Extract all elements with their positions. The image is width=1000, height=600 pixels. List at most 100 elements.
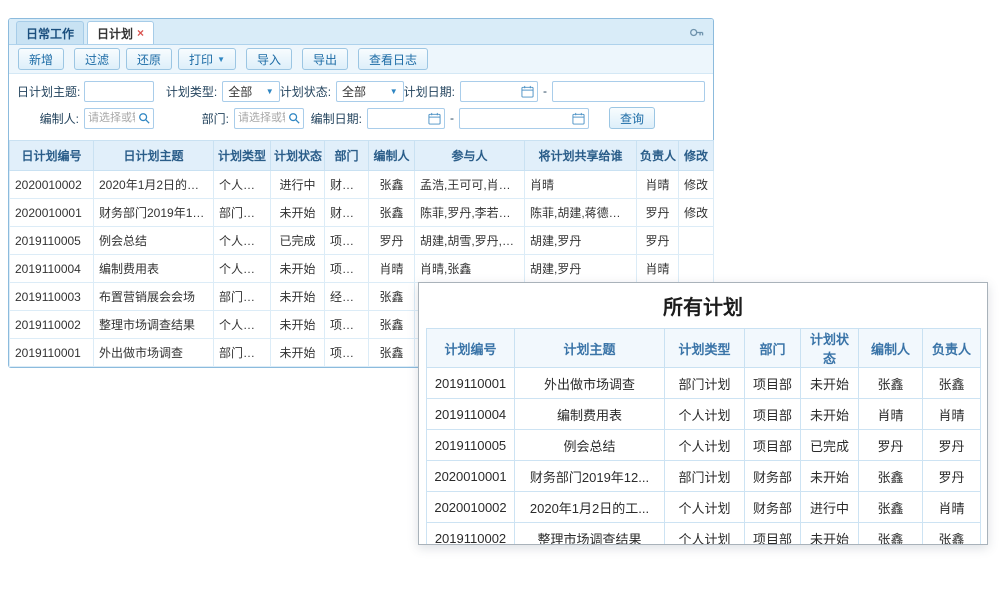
plan-date-from-input[interactable] [461, 82, 521, 100]
cell-text: 胡建,胡雪,罗丹,任晓... [415, 227, 525, 255]
cell-link[interactable]: 外出做市场调查 [94, 339, 214, 367]
creator-input[interactable] [85, 109, 138, 127]
table-row[interactable]: 2020010001财务部门2019年12月的...部门计划未开始财务部张鑫陈菲… [10, 199, 714, 227]
search-button[interactable]: 查询 [609, 107, 655, 129]
column-header[interactable]: 负责人 [637, 141, 679, 171]
table-row[interactable]: 2019110002整理市场调查结果个人计划项目部未开始张鑫张鑫 [427, 523, 981, 546]
plan-date-from-field[interactable] [460, 81, 538, 102]
column-header[interactable]: 编制人 [369, 141, 415, 171]
column-header[interactable]: 计划状态 [271, 141, 325, 171]
key-icon[interactable] [689, 25, 704, 40]
cell-link[interactable]: 2019110001 [10, 339, 94, 367]
cell-link[interactable]: 2019110003 [10, 283, 94, 311]
cell-text: 2019110001 [427, 368, 515, 399]
column-header[interactable]: 参与人 [415, 141, 525, 171]
page-title: 所有计划 [426, 291, 980, 320]
cell-text: 项目部 [325, 227, 369, 255]
cell-link[interactable] [679, 255, 714, 283]
view-log-button[interactable]: 查看日志 [358, 48, 428, 70]
cell-text: 个人计划 [665, 523, 745, 546]
calendar-icon[interactable] [428, 112, 441, 125]
cell-link[interactable]: 例会总结 [94, 227, 214, 255]
cell-link[interactable]: 编制费用表 [94, 255, 214, 283]
column-header[interactable]: 日计划编号 [10, 141, 94, 171]
calendar-icon[interactable] [521, 85, 534, 98]
cell-text: 已完成 [801, 430, 859, 461]
range-separator: - [450, 111, 454, 125]
table-row[interactable]: 2020010001财务部门2019年12...部门计划财务部未开始张鑫罗丹 [427, 461, 981, 492]
cell-text: 罗丹 [369, 227, 415, 255]
compile-date-to-field[interactable] [459, 108, 589, 129]
cell-link[interactable]: 整理市场调查结果 [94, 311, 214, 339]
cell-text: 张鑫 [923, 523, 981, 546]
column-header[interactable]: 修改 [679, 141, 714, 171]
column-header: 计划编号 [427, 329, 515, 368]
compile-date-to-input[interactable] [460, 109, 572, 127]
department-field[interactable] [234, 108, 304, 129]
cell-link[interactable]: 2020010002 [10, 171, 94, 199]
creator-field[interactable] [84, 108, 154, 129]
tab-daily-work[interactable]: 日常工作 [16, 21, 84, 44]
restore-button[interactable]: 还原 [126, 48, 172, 70]
cell-text: 未开始 [801, 461, 859, 492]
cell-link[interactable] [679, 227, 714, 255]
compile-date-from-field[interactable] [367, 108, 445, 129]
table-row[interactable]: 20200100022020年1月2日的工作日...个人计划进行中财务部张鑫孟浩… [10, 171, 714, 199]
cell-text: 部门计划 [665, 368, 745, 399]
table-row[interactable]: 20200100022020年1月2日的工...个人计划财务部进行中张鑫肖晴 [427, 492, 981, 523]
add-button[interactable]: 新增 [18, 48, 64, 70]
close-icon[interactable]: × [137, 26, 144, 40]
department-input[interactable] [235, 109, 288, 127]
table-header-row: 日计划编号 日计划主题 计划类型 计划状态 部门 编制人 参与人 将计划共享给谁… [10, 141, 714, 171]
print-button[interactable]: 打印 ▼ [178, 48, 236, 70]
cell-link[interactable]: 2019110004 [10, 255, 94, 283]
filter-button[interactable]: 过滤 [74, 48, 120, 70]
cell-link[interactable]: 财务部门2019年12月的... [94, 199, 214, 227]
cell-text: 未开始 [271, 283, 325, 311]
cell-link[interactable]: 修改 [679, 199, 714, 227]
cell-text: 项目部 [325, 339, 369, 367]
table-row[interactable]: 2019110005例会总结个人计划项目部已完成罗丹罗丹 [427, 430, 981, 461]
plan-date-to-input[interactable] [553, 82, 701, 100]
compile-date-from-input[interactable] [368, 109, 428, 127]
cell-link[interactable]: 肖晴 [637, 255, 679, 283]
cell-link[interactable]: 布置营销展会会场 [94, 283, 214, 311]
plan-date-label: 计划日期: [404, 83, 455, 100]
cell-text: 项目部 [745, 430, 801, 461]
plan-type-select[interactable]: 全部 ▼ [222, 81, 280, 102]
export-button[interactable]: 导出 [302, 48, 348, 70]
column-header[interactable]: 日计划主题 [94, 141, 214, 171]
search-icon[interactable] [138, 112, 150, 124]
column-header[interactable]: 计划类型 [214, 141, 271, 171]
calendar-icon[interactable] [572, 112, 585, 125]
cell-link[interactable]: 2019110002 [10, 311, 94, 339]
cell-text: 肖晴 [923, 492, 981, 523]
cell-link[interactable]: 罗丹 [637, 227, 679, 255]
table-row[interactable]: 2019110001外出做市场调查部门计划项目部未开始张鑫张鑫 [427, 368, 981, 399]
select-value: 全部 [228, 83, 252, 100]
subject-input[interactable] [84, 81, 154, 102]
plan-status-label: 计划状态: [280, 83, 331, 100]
cell-text: 罗丹 [923, 430, 981, 461]
search-icon[interactable] [288, 112, 300, 124]
cell-text: 编制费用表 [515, 399, 665, 430]
import-button[interactable]: 导入 [246, 48, 292, 70]
plan-status-select[interactable]: 全部 ▼ [336, 81, 404, 102]
column-header[interactable]: 部门 [325, 141, 369, 171]
table-row[interactable]: 2019110004编制费用表个人计划未开始项目部肖晴肖晴,张鑫胡建,罗丹肖晴 [10, 255, 714, 283]
table-row[interactable]: 2019110004编制费用表个人计划项目部未开始肖晴肖晴 [427, 399, 981, 430]
column-header: 计划类型 [665, 329, 745, 368]
filter-row-1: 日计划主题: 计划类型: 全部 ▼ 计划状态: 全部 ▼ 计划日期: - [17, 79, 705, 103]
cell-link[interactable]: 肖晴 [637, 171, 679, 199]
cell-link[interactable]: 2020年1月2日的工作日... [94, 171, 214, 199]
cell-link[interactable]: 罗丹 [637, 199, 679, 227]
tab-daily-plan[interactable]: 日计划 × [87, 21, 154, 44]
plan-date-to-field[interactable] [552, 81, 705, 102]
cell-link[interactable]: 2019110005 [10, 227, 94, 255]
table-row[interactable]: 2019110005例会总结个人计划已完成项目部罗丹胡建,胡雪,罗丹,任晓...… [10, 227, 714, 255]
column-header[interactable]: 将计划共享给谁 [525, 141, 637, 171]
cell-link[interactable]: 2020010001 [10, 199, 94, 227]
cell-text: 张鑫 [369, 199, 415, 227]
cell-text: 张鑫 [859, 523, 923, 546]
cell-link[interactable]: 修改 [679, 171, 714, 199]
